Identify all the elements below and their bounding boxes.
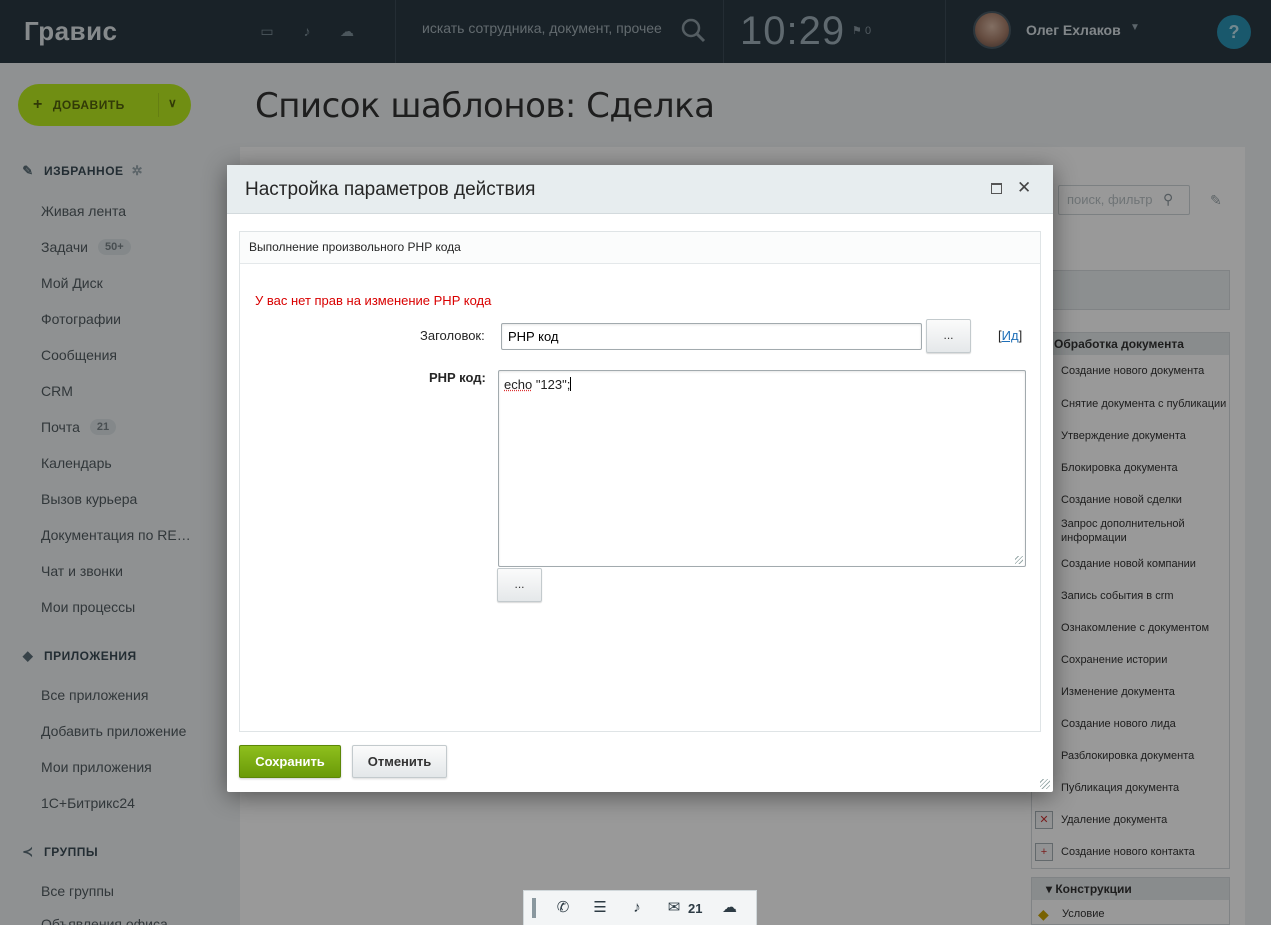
id-link-wrap: [Ид] <box>998 328 1022 343</box>
phone-icon[interactable]: ✆ <box>553 898 573 918</box>
bell-icon[interactable]: ♪ <box>627 898 647 918</box>
dialog-header[interactable]: Настройка параметров действия ✕ <box>227 165 1053 214</box>
save-button[interactable]: Сохранить <box>239 745 341 778</box>
chat-icon[interactable]: ☰ <box>590 898 610 918</box>
code-rest: "123"; <box>532 377 571 392</box>
mail-count: 21 <box>688 900 703 916</box>
settings-dialog: Настройка параметров действия ✕ Выполнен… <box>227 165 1053 792</box>
title-label: Заголовок: <box>420 328 485 343</box>
title-select-button[interactable]: ... <box>926 319 971 353</box>
code-keyword: echo <box>504 377 533 392</box>
php-code-textarea[interactable]: echo "123"; <box>498 370 1026 567</box>
mail-icon[interactable]: ✉ <box>664 898 684 918</box>
text-caret <box>570 377 572 391</box>
section-title: Выполнение произвольного PHP кода <box>240 232 1040 264</box>
id-bracket-close: ] <box>1018 328 1023 343</box>
code-select-button[interactable]: ... <box>497 568 542 602</box>
dialog-title: Настройка параметров действия <box>245 179 536 200</box>
php-label: PHP код: <box>429 370 486 385</box>
dialog-resize-handle[interactable] <box>1040 779 1050 789</box>
cancel-button[interactable]: Отменить <box>352 745 447 778</box>
permission-error: У вас нет прав на изменение PHP кода <box>255 293 492 308</box>
cloud-icon[interactable]: ☁ <box>719 898 739 918</box>
resize-handle[interactable] <box>1015 556 1023 564</box>
bottom-dock: ✆ ☰ ♪ ✉ 21 ☁ <box>523 890 757 925</box>
action-panel: Выполнение произвольного PHP кода У вас … <box>239 231 1041 732</box>
maximize-icon[interactable] <box>991 183 1002 194</box>
close-icon[interactable]: ✕ <box>1017 179 1031 196</box>
title-input[interactable]: PHP код <box>501 323 922 350</box>
dock-grip[interactable] <box>532 898 536 918</box>
id-link[interactable]: Ид <box>1002 328 1019 343</box>
